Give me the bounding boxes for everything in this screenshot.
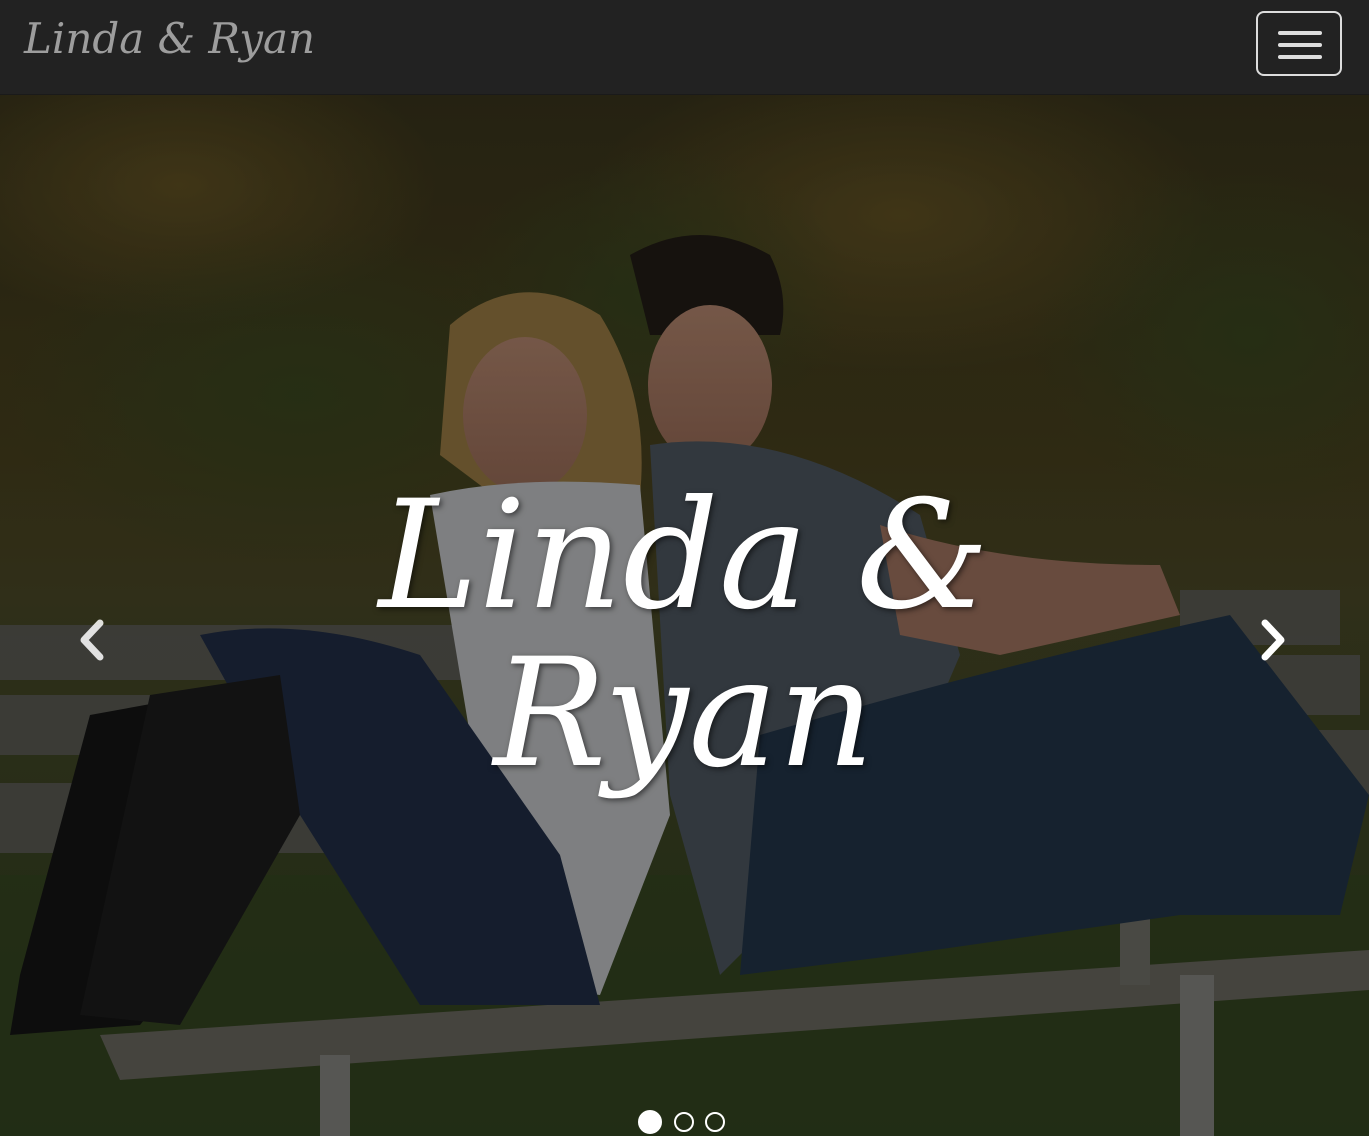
carousel-indicators (638, 1110, 738, 1136)
carousel-prev-button[interactable] (72, 615, 112, 665)
brand-link[interactable]: Linda & Ryan (24, 14, 315, 63)
chevron-left-icon (80, 619, 104, 661)
carousel-indicator-3[interactable] (705, 1112, 725, 1132)
hamburger-menu-icon (1278, 43, 1322, 47)
hero-caption: Linda & Ryan (334, 477, 1034, 793)
navbar: Linda & Ryan (0, 0, 1369, 95)
navbar-toggle-button[interactable] (1256, 11, 1342, 76)
carousel-indicator-1[interactable] (638, 1110, 662, 1134)
hamburger-menu-icon (1278, 31, 1322, 35)
chevron-right-icon (1261, 619, 1285, 661)
carousel-next-button[interactable] (1253, 615, 1293, 665)
hero-caption-line1: Linda & (378, 469, 990, 643)
hero-caption-line2: Ryan (493, 627, 875, 801)
carousel-indicator-2[interactable] (674, 1112, 694, 1132)
hero-carousel: Linda & Ryan (0, 95, 1369, 1136)
hamburger-menu-icon (1278, 55, 1322, 59)
